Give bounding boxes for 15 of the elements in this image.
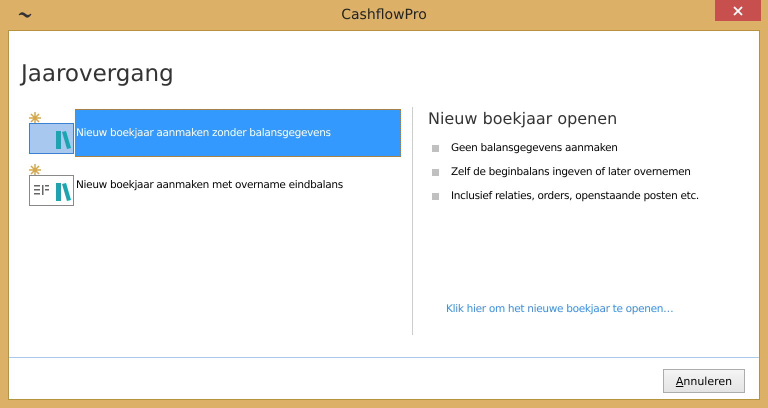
bullet-text: Inclusief relaties, orders, openstaande posten etc. <box>451 190 699 202</box>
option-item[interactable]: Nieuw boekjaar aanmaken met overname eindbalans <box>75 161 401 209</box>
close-icon <box>733 6 743 16</box>
bullet-icon <box>432 192 439 200</box>
window-title: CashflowPro <box>340 7 428 23</box>
cancel-button[interactable]: Annuleren <box>663 369 745 393</box>
app-icon <box>18 11 32 19</box>
bullet-text: Geen balansgegevens aanmaken <box>451 142 618 154</box>
bullet-text: Zelf de beginbalans ingeven of later overnemen <box>451 166 691 178</box>
bullet-icon <box>432 144 439 152</box>
details-title: Nieuw boekjaar openen <box>428 109 618 128</box>
ledger-icon <box>28 163 75 207</box>
page-heading: Jaarovergang <box>21 61 175 89</box>
close-button[interactable] <box>715 0 761 21</box>
bullet-icon <box>432 168 439 176</box>
